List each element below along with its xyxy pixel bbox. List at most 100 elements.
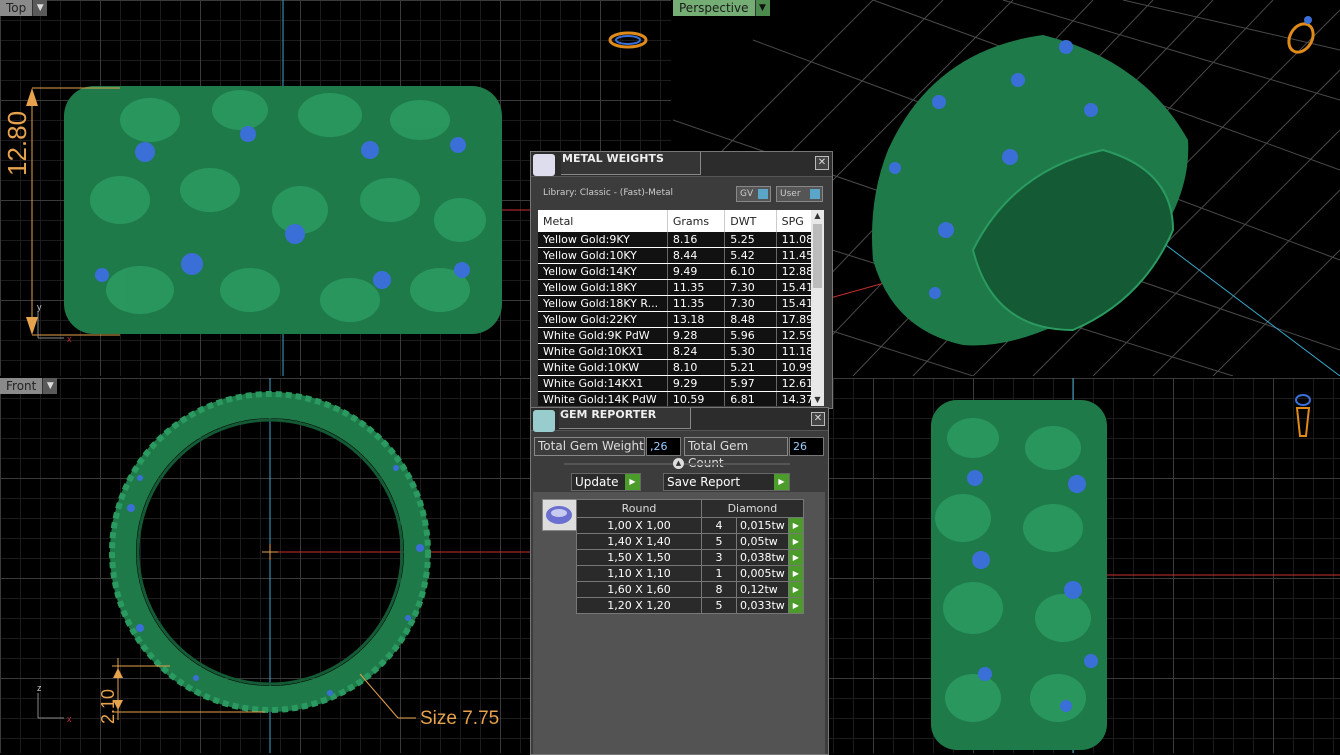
table-header-row: Metal Grams DWT SPG: [538, 210, 811, 232]
scroll-down-icon[interactable]: ▼: [811, 394, 824, 406]
metal-weights-table[interactable]: Metal Grams DWT SPG Yellow Gold:9KY 8.16 5…: [538, 210, 811, 406]
thickness-dimension: 2.10: [98, 688, 118, 724]
table-cell: 6.81: [724, 391, 777, 406]
table-cell: 1,10 X 1,10: [576, 565, 702, 582]
gem-row[interactable]: 1,20 X 1,20 5 0,033tw ▶: [576, 597, 804, 614]
table-row[interactable]: Yellow Gold:18KY 11.35 7.30 15.41: [538, 279, 811, 296]
table-row[interactable]: Yellow Gold:14KY 9.49 6.10 12.88: [538, 263, 811, 280]
table-cell: 15.41: [776, 295, 811, 312]
table-cell: Yellow Gold:18KY R...: [538, 295, 668, 312]
toggle-indicator-icon: [758, 189, 768, 199]
viewport-perspective-label[interactable]: Perspective ▼: [673, 0, 770, 16]
table-cell: Yellow Gold:9KY: [538, 232, 668, 248]
play-icon[interactable]: ▶: [787, 549, 804, 566]
table-cell: 5.42: [724, 247, 777, 264]
table-row[interactable]: White Gold:14K PdW 10.59 6.81 14.37: [538, 391, 811, 406]
table-cell: 8.48: [724, 311, 777, 328]
total-gem-count-value: 26: [789, 437, 824, 456]
table-cell: 4: [701, 517, 737, 534]
play-icon[interactable]: ▶: [787, 565, 804, 582]
svg-text:x: x: [67, 714, 72, 724]
gem-reporter-panel[interactable]: GEM REPORTER ✕ Total Gem Weight ,26 Tota…: [530, 407, 829, 755]
table-cell: 12.61: [776, 375, 811, 392]
save-report-button[interactable]: Save Report ▶: [663, 473, 790, 491]
gem-reporter-header[interactable]: GEM REPORTER ✕: [531, 408, 828, 432]
ring-orientation-icon[interactable]: [1284, 16, 1318, 56]
table-row[interactable]: White Gold:10KW 8.10 5.21 10.99: [538, 359, 811, 376]
play-icon[interactable]: ▶: [787, 517, 804, 534]
column-header[interactable]: Metal: [538, 210, 668, 232]
total-gem-count-label: Total Gem Count: [684, 437, 788, 470]
table-cell: 11.35: [667, 295, 726, 312]
gem-table[interactable]: Round Diamond 1,00 X 1,00 4 0,015tw ▶ 1,40 X…: [576, 499, 804, 614]
column-header[interactable]: Grams: [667, 210, 726, 232]
table-cell: 0,005tw: [736, 565, 789, 582]
table-cell: 10.59: [667, 391, 726, 406]
table-row[interactable]: White Gold:10KX1 8.24 5.30 11.18: [538, 343, 811, 360]
table-cell: 1,60 X 1,60: [576, 581, 702, 598]
table-row[interactable]: White Gold:14KX1 9.29 5.97 12.61: [538, 375, 811, 392]
table-cell: Yellow Gold:18KY: [538, 279, 668, 296]
gem-row[interactable]: 1,10 X 1,10 1 0,005tw ▶: [576, 565, 804, 582]
svg-text:y: y: [37, 302, 42, 312]
metal-table-scrollbar[interactable]: ▲ ▼: [811, 210, 824, 406]
column-header[interactable]: SPG: [776, 210, 811, 232]
gem-row[interactable]: 1,60 X 1,60 8 0,12tw ▶: [576, 581, 804, 598]
gem-row[interactable]: 1,00 X 1,00 4 0,015tw ▶: [576, 517, 804, 534]
table-cell: 0,038tw: [736, 549, 789, 566]
table-cell: 5: [701, 533, 737, 550]
table-cell: White Gold:9K PdW: [538, 327, 668, 344]
table-row[interactable]: Yellow Gold:10KY 8.44 5.42 11.45: [538, 247, 811, 264]
table-cell: 0,12tw: [736, 581, 789, 598]
table-cell: 9.29: [667, 375, 726, 392]
table-cell: 14.37: [776, 391, 811, 406]
table-cell: 11.35: [667, 279, 726, 296]
table-cell: 9.28: [667, 327, 726, 344]
table-row[interactable]: White Gold:9K PdW 9.28 5.96 12.59: [538, 327, 811, 344]
table-cell: 12.88: [776, 263, 811, 280]
table-cell: Yellow Gold:14KY: [538, 263, 668, 280]
gv-toggle[interactable]: GV: [736, 186, 771, 202]
gem-row[interactable]: 1,40 X 1,40 5 0,05tw ▶: [576, 533, 804, 550]
total-gem-weight-label: Total Gem Weight: [534, 437, 645, 456]
table-cell: 1,40 X 1,40: [576, 533, 702, 550]
table-cell: 5.30: [724, 343, 777, 360]
column-header[interactable]: DWT: [724, 210, 777, 232]
play-icon[interactable]: ▶: [787, 597, 804, 614]
table-row[interactable]: Yellow Gold:22KY 13.18 8.48 17.89: [538, 311, 811, 328]
table-cell: 5.97: [724, 375, 777, 392]
ring-orientation-icon[interactable]: [1295, 394, 1311, 437]
table-cell: 5.25: [724, 232, 777, 248]
metal-weights-panel[interactable]: METAL WEIGHTS ✕ Library: Classic - (Fast…: [530, 151, 833, 409]
table-cell: 15.41: [776, 279, 811, 296]
table-row[interactable]: Yellow Gold:18KY R... 11.35 7.30 15.41: [538, 295, 811, 312]
table-cell: White Gold:14K PdW: [538, 391, 668, 406]
table-cell: 11.45: [776, 247, 811, 264]
gem-reporter-icon: [533, 410, 555, 432]
round-diamond-icon[interactable]: [542, 499, 577, 531]
gem-row[interactable]: 1,50 X 1,50 3 0,038tw ▶: [576, 549, 804, 566]
stone-header: Diamond: [701, 499, 804, 518]
svg-text:x: x: [67, 334, 72, 344]
close-icon[interactable]: ✕: [815, 156, 829, 170]
table-cell: 0,033tw: [736, 597, 789, 614]
scrollbar-thumb[interactable]: [813, 224, 822, 288]
table-cell: 5: [701, 597, 737, 614]
close-icon[interactable]: ✕: [811, 412, 825, 426]
table-cell: 7.30: [724, 295, 777, 312]
metal-weights-header[interactable]: METAL WEIGHTS ✕: [531, 152, 832, 177]
play-icon[interactable]: ▶: [787, 533, 804, 550]
table-cell: Yellow Gold:10KY: [538, 247, 668, 264]
collapse-icon[interactable]: ▲: [673, 458, 684, 469]
table-cell: 5.21: [724, 359, 777, 376]
play-icon[interactable]: ▶: [787, 581, 804, 598]
user-toggle[interactable]: User: [776, 186, 823, 202]
table-cell: 13.18: [667, 311, 726, 328]
table-cell: 0,05tw: [736, 533, 789, 550]
table-row[interactable]: Yellow Gold:9KY 8.16 5.25 11.08: [538, 232, 811, 248]
update-button[interactable]: Update ▶: [571, 473, 641, 491]
shape-header: Round: [576, 499, 702, 518]
chevron-down-icon[interactable]: ▼: [754, 0, 770, 16]
scroll-up-icon[interactable]: ▲: [811, 210, 824, 222]
ring-orientation-icon[interactable]: [608, 31, 648, 49]
